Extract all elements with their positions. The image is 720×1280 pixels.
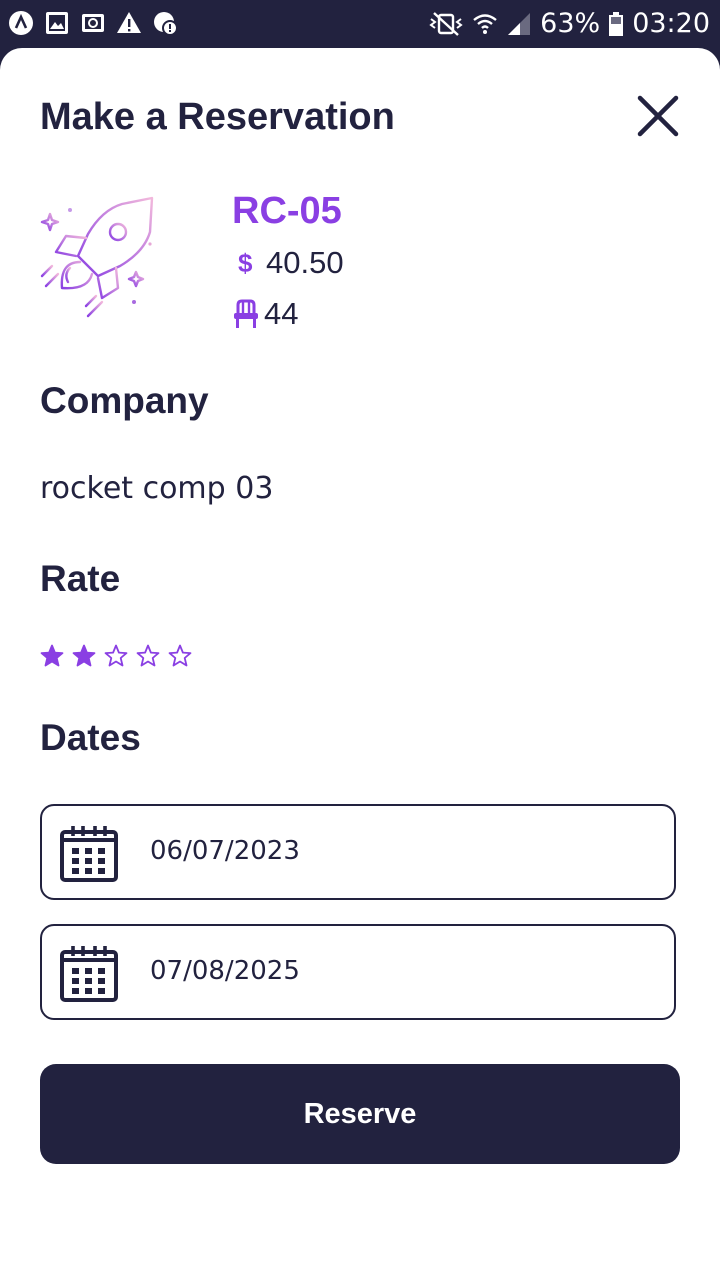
data-saver-icon — [154, 12, 178, 36]
close-icon[interactable] — [636, 94, 680, 138]
star-empty-icon[interactable] — [136, 644, 160, 668]
star-empty-icon[interactable] — [104, 644, 128, 668]
star-empty-icon[interactable] — [168, 644, 192, 668]
seat-icon — [234, 299, 258, 328]
signal-icon — [508, 13, 531, 35]
wifi-icon — [473, 14, 497, 34]
warning-icon — [117, 12, 141, 33]
price-row: $ 40.50 — [238, 245, 344, 281]
end-date-field[interactable]: 07/08/2025 — [40, 924, 676, 1020]
page-title: Make a Reservation — [40, 96, 395, 138]
dates-heading: Dates — [40, 717, 141, 758]
price-value: 40.50 — [266, 245, 344, 280]
seats-value: 44 — [264, 296, 299, 331]
company-value: rocket comp 03 — [40, 471, 274, 506]
status-icons-right: 63% 03:20 — [428, 6, 710, 42]
rating-stars — [40, 644, 192, 668]
start-date-value: 06/07/2023 — [150, 836, 300, 866]
rocket-icon — [40, 196, 154, 318]
image-icon — [46, 12, 68, 34]
calendar-icon — [60, 826, 118, 882]
cast-icon — [82, 14, 104, 32]
company-heading: Company — [40, 380, 209, 421]
star-filled-icon[interactable] — [40, 644, 64, 668]
app-icon — [9, 11, 33, 35]
status-icons-left — [8, 10, 178, 36]
rocket-code: RC-05 — [232, 190, 342, 232]
status-bar: 63% 03:20 — [0, 0, 720, 48]
star-filled-icon[interactable] — [72, 644, 96, 668]
end-date-value: 07/08/2025 — [150, 956, 300, 986]
reservation-sheet: Make a Reservation RC-05 $ 40.50 44 Comp… — [0, 48, 720, 1280]
reserve-button[interactable]: Reserve — [40, 1064, 680, 1164]
clock: 03:20 — [632, 8, 710, 39]
rate-heading: Rate — [40, 558, 121, 599]
start-date-field[interactable]: 06/07/2023 — [40, 804, 676, 900]
battery-icon — [609, 12, 624, 36]
calendar-icon — [60, 946, 118, 1002]
vibrate-mute-icon — [429, 12, 463, 36]
battery-percent: 63% — [540, 8, 601, 39]
dollar-icon: $ — [238, 247, 253, 278]
seats-row: 44 — [232, 296, 298, 332]
